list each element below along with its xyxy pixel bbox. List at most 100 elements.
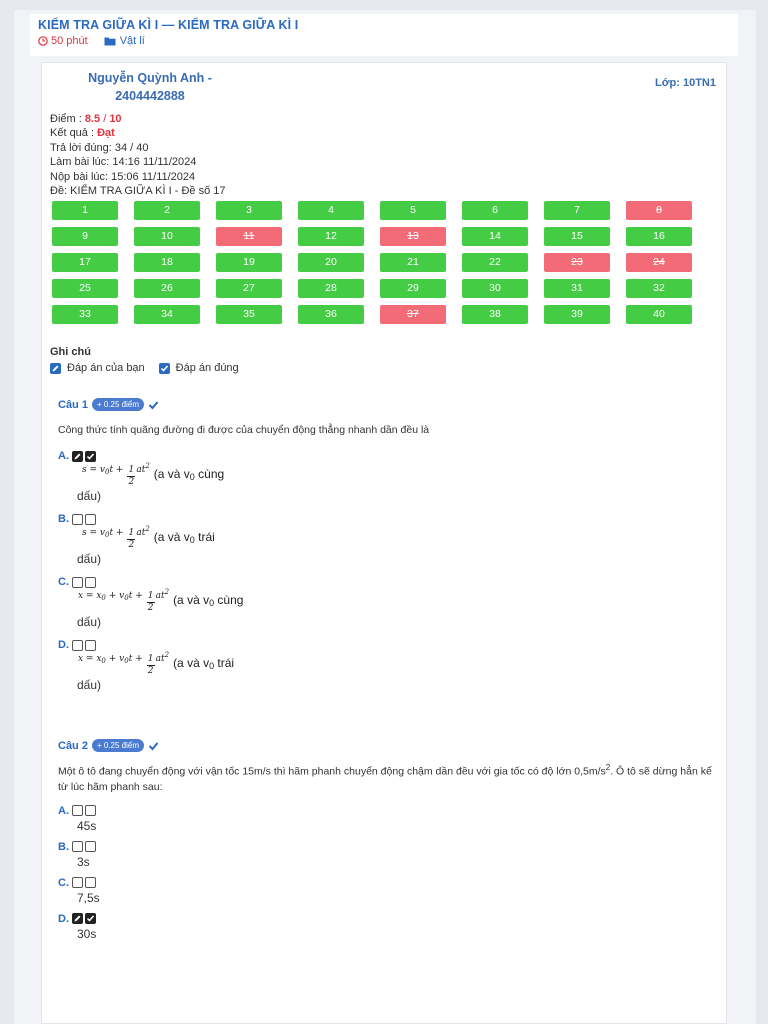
formula-expr: x = x0 + v0t + 1 2 at2 <box>78 588 170 613</box>
question-nav-11[interactable]: 11 <box>216 227 282 246</box>
result-card: Nguyễn Quỳnh Anh - 2404442888 Lớp: 10TN1… <box>41 62 727 1024</box>
question-nav-1[interactable]: 1 <box>52 201 118 220</box>
question-nav-19[interactable]: 19 <box>216 253 282 272</box>
question-nav-34[interactable]: 34 <box>134 305 200 324</box>
question-nav-25[interactable]: 25 <box>52 279 118 298</box>
option-value: 3s <box>77 854 90 869</box>
submit-time: Nộp bài lúc: 15:06 11/11/2024 <box>50 170 196 183</box>
option-a[interactable]: A. s = v0t + 1 2 at2 (a và v0 cùng dấu) <box>58 450 718 505</box>
question-nav-33[interactable]: 33 <box>52 305 118 324</box>
fraction: 12 <box>146 655 155 676</box>
question-nav-5[interactable]: 5 <box>380 201 446 220</box>
legend-correct-answer: Đáp án đúng <box>158 362 239 374</box>
answer-marks <box>72 877 96 888</box>
question-1: Câu 1 + 0.25 điểm Công thức tính quãng đ… <box>58 398 718 694</box>
option-formula: x = x0 + v0t + 1 2 at2 (a và v0 trái <box>78 651 718 676</box>
question-nav-20[interactable]: 20 <box>298 253 364 272</box>
score-sep: / <box>100 113 110 125</box>
question-nav-23[interactable]: 23 <box>544 253 610 272</box>
question-nav-21[interactable]: 21 <box>380 253 446 272</box>
empty-box-icon <box>72 805 83 816</box>
question-nav-31[interactable]: 31 <box>544 279 610 298</box>
note-b: trái <box>214 656 235 670</box>
option-formula: s = v0t + 1 2 at2 (a và v0 trái <box>82 525 718 550</box>
formula-sup: 2 <box>164 651 170 659</box>
option-label: B. <box>58 841 718 853</box>
fraction: 12 <box>127 466 136 487</box>
formula-expr: s = v0t + 1 2 at2 <box>82 525 150 550</box>
question-nav-10[interactable]: 10 <box>134 227 200 246</box>
question-nav-17[interactable]: 17 <box>52 253 118 272</box>
empty-box-icon <box>72 841 83 852</box>
student-id: 2404442888 <box>115 89 185 103</box>
option-label: B. <box>58 513 718 525</box>
question-nav-22[interactable]: 22 <box>462 253 528 272</box>
answer-marks <box>72 841 96 852</box>
question-nav-30[interactable]: 30 <box>462 279 528 298</box>
empty-box-icon <box>85 877 96 888</box>
formula-mid: t + <box>109 465 127 475</box>
option-d[interactable]: D. 30s <box>58 913 718 943</box>
option-note-tail: dấu) <box>77 552 102 566</box>
formula-mid: + v <box>105 591 125 601</box>
formula-t: t <box>128 654 133 664</box>
option-b[interactable]: B. s = v0t + 1 2 at2 (a và v0 trái dấu) <box>58 513 718 568</box>
option-c[interactable]: C. 7,5s <box>58 877 718 907</box>
empty-box-icon <box>85 576 96 588</box>
answer-marks <box>72 450 96 462</box>
option-a[interactable]: A. 45s <box>58 805 718 835</box>
question-nav-24[interactable]: 24 <box>626 253 692 272</box>
option-b[interactable]: B. 3s <box>58 841 718 871</box>
frac-den: 2 <box>128 540 135 550</box>
question-nav-14[interactable]: 14 <box>462 227 528 246</box>
formula-mid: t + <box>109 528 127 538</box>
question-nav-40[interactable]: 40 <box>626 305 692 324</box>
note-b: trái <box>194 530 215 544</box>
note-a: (a và v <box>153 467 190 481</box>
option-letter: D. <box>58 639 69 651</box>
question-nav-6[interactable]: 6 <box>462 201 528 220</box>
question-nav-4[interactable]: 4 <box>298 201 364 220</box>
question-nav-2[interactable]: 2 <box>134 201 200 220</box>
question-nav-8[interactable]: 8 <box>626 201 692 220</box>
legend-heading: Ghi chú <box>50 346 91 358</box>
question-nav-3[interactable]: 3 <box>216 201 282 220</box>
question-1-header: Câu 1 + 0.25 điểm <box>58 398 718 411</box>
question-nav-36[interactable]: 36 <box>298 305 364 324</box>
empty-box-icon <box>72 513 83 525</box>
option-value: 45s <box>77 818 97 833</box>
question-nav-32[interactable]: 32 <box>626 279 692 298</box>
option-d[interactable]: D. x = x0 + v0t + 1 2 at2 (a và v0 trái dấu) <box>58 639 718 694</box>
option-label: A. <box>58 450 718 462</box>
option-letter: A. <box>58 450 69 462</box>
option-letter: C. <box>58 576 69 588</box>
question-nav-37[interactable]: 37 <box>380 305 446 324</box>
question-nav-15[interactable]: 15 <box>544 227 610 246</box>
option-note: (a và v0 cùng <box>154 467 224 482</box>
option-label: D. <box>58 639 718 651</box>
question-nav-35[interactable]: 35 <box>216 305 282 324</box>
question-nav-27[interactable]: 27 <box>216 279 282 298</box>
question-nav-16[interactable]: 16 <box>626 227 692 246</box>
question-nav-28[interactable]: 28 <box>298 279 364 298</box>
question-nav-13[interactable]: 13 <box>380 227 446 246</box>
class-label: Lớp: 10TN1 <box>655 77 716 89</box>
option-letter: B. <box>58 513 69 525</box>
question-nav-18[interactable]: 18 <box>134 253 200 272</box>
question-nav-29[interactable]: 29 <box>380 279 446 298</box>
pencil-icon <box>50 362 61 374</box>
frac-den: 2 <box>128 477 135 487</box>
empty-box-icon <box>85 805 96 816</box>
question-nav-26[interactable]: 26 <box>134 279 200 298</box>
pencil-icon <box>72 913 83 924</box>
legend-section: Ghi chú Đáp án của bạn Đáp án đúng <box>50 346 239 374</box>
fraction: 12 <box>146 592 155 613</box>
exam-meta: 50 phút Vật lí <box>38 35 730 47</box>
question-nav-39[interactable]: 39 <box>544 305 610 324</box>
question-nav-12[interactable]: 12 <box>298 227 364 246</box>
question-nav-9[interactable]: 9 <box>52 227 118 246</box>
question-nav-38[interactable]: 38 <box>462 305 528 324</box>
question-nav-7[interactable]: 7 <box>544 201 610 220</box>
option-c[interactable]: C. x = x0 + v0t + 1 2 at2 (a và v0 cùng dấu) <box>58 576 718 631</box>
option-label: D. <box>58 913 718 925</box>
